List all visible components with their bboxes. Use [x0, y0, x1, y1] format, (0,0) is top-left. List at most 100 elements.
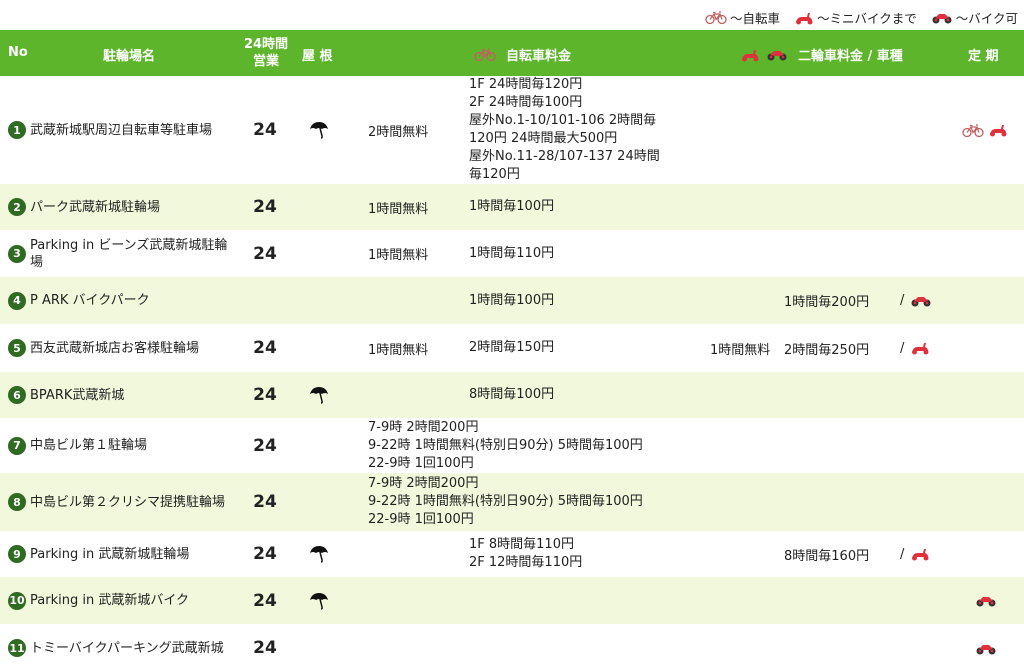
fee-line: 7-9時 2時間200円 [368, 476, 479, 491]
legend-label: ～ミニバイクまで [816, 11, 917, 26]
table-row[interactable]: 1 武蔵新城駅周辺自転車等駐車場 24 2時間無料 1F 24時間毎120円 2F 24時… [0, 76, 1024, 184]
motorcycle-icon [931, 11, 953, 24]
table-row[interactable]: 9 Parking in 武蔵新城駐輪場 24 1F 8時間毎110円 2F 12時間毎… [0, 531, 1024, 577]
header-bike-fee: 自転車料金 [474, 45, 571, 64]
table-row[interactable]: 6 BPARK武蔵新城 24 8時間毎100円 [0, 372, 1024, 418]
free-time: 1時間無料 [368, 248, 429, 263]
header-roof: 屋 根 [302, 49, 333, 64]
motorcycle-icon [910, 294, 932, 307]
parking-name[interactable]: トミーバイクパーキング武蔵新城 [30, 640, 224, 657]
scooter-icon [988, 123, 1008, 137]
scooter-icon [910, 547, 930, 561]
header-moto-fee-label: 二輪車料金 / 車種 [798, 49, 903, 64]
bike-fee: 1F 8時間毎110円 2F 12時間毎110円 [469, 531, 582, 577]
parking-name-cell: 7 中島ビル第１駐輪場 [8, 418, 238, 473]
moto-type: / [900, 277, 932, 324]
bicycle-icon [962, 123, 984, 137]
parking-name-cell: 8 中島ビル第２クリシマ提携駐輪場 [8, 473, 238, 531]
parking-name[interactable]: Parking in ビーンズ武蔵新城駐輪場 [30, 237, 238, 271]
row-number-badge: 3 [8, 244, 26, 263]
moto-free-time: 1時間無料 [710, 342, 771, 358]
header-no: No [8, 45, 28, 60]
fee-line: 毎120円 [469, 167, 520, 182]
header-24h: 24時間 営業 [242, 36, 290, 70]
parking-name[interactable]: Parking in 武蔵新城バイク [30, 592, 189, 609]
table-row[interactable]: 10 Parking in 武蔵新城バイク 24 [0, 577, 1024, 624]
parking-name[interactable]: パーク武蔵新城駐輪場 [30, 199, 160, 216]
open-24h-mark: 24 [253, 435, 277, 456]
bike-fee: 2時間毎150円 [469, 324, 554, 372]
moto-fee: 2時間毎250円 [784, 342, 870, 358]
pass-cell [962, 76, 1008, 184]
moto-type: / [900, 324, 930, 372]
bike-fee: 8時間毎100円 [469, 372, 554, 418]
table-row[interactable]: 5 西友武蔵新城店お客様駐輪場 24 1時間無料 2時間毎150円 1時間無料 2時間毎25… [0, 324, 1024, 372]
separator: / [900, 340, 905, 356]
legend-label: ～自転車 [729, 11, 780, 26]
parking-name[interactable]: 中島ビル第２クリシマ提携駐輪場 [30, 494, 225, 511]
header-24h-line1: 24時間 [243, 37, 289, 52]
legend-label: ～バイク可 [955, 11, 1018, 26]
fee-line: 2F 12時間毎110円 [469, 555, 583, 570]
parking-name[interactable]: BPARK武蔵新城 [30, 387, 124, 404]
parking-name-cell: 11 トミーバイクパーキング武蔵新城 [8, 624, 238, 672]
umbrella-icon [308, 120, 330, 140]
table-row[interactable]: 3 Parking in ビーンズ武蔵新城駐輪場 24 1時間無料 1時間毎110円 [0, 230, 1024, 277]
open-24h-mark: 24 [253, 590, 277, 611]
separator: / [900, 293, 905, 308]
scooter-icon [794, 11, 814, 25]
row-number-badge: 1 [8, 121, 26, 139]
parking-name[interactable]: 西友武蔵新城店お客様駐輪場 [30, 340, 199, 357]
fee-line: 22-9時 1回100円 [368, 512, 474, 527]
parking-name[interactable]: 武蔵新城駅周辺自転車等駐車場 [30, 122, 212, 139]
row-number-badge: 2 [8, 198, 26, 216]
header-name: 駐輪場名 [103, 49, 156, 64]
header-24h-line2: 営業 [252, 54, 279, 69]
parking-name[interactable]: Parking in 武蔵新城駐輪場 [30, 546, 189, 563]
parking-name-cell: 1 武蔵新城駅周辺自転車等駐車場 [8, 76, 238, 184]
table-row[interactable]: 2 パーク武蔵新城駐輪場 24 1時間無料 1時間毎100円 [0, 184, 1024, 230]
fee-line: 1F 24時間毎120円 [469, 77, 583, 92]
open-24h-mark: 24 [253, 544, 277, 564]
bike-fee: 1F 24時間毎120円 2F 24時間毎100円 屋外No.1-10/101-10… [469, 76, 660, 184]
row-number-badge: 8 [8, 493, 26, 511]
bicycle-icon [474, 48, 496, 61]
fee-line: 1時間毎100円 [469, 292, 555, 308]
fee-line: 9-22時 1時間無料(特別日90分) 5時間毎100円 [368, 437, 643, 453]
bike-fee: 1時間毎100円 [469, 184, 554, 230]
fee-line: 22-9時 1回100円 [368, 455, 474, 471]
row-number-badge: 6 [8, 386, 26, 404]
legend-item: ～自転車 [705, 8, 780, 27]
motorcycle-icon [975, 642, 997, 655]
roof-cell [306, 372, 332, 418]
pass-cell [975, 577, 997, 624]
parking-name-cell: 3 Parking in ビーンズ武蔵新城駐輪場 [8, 230, 238, 277]
table-row[interactable]: 7 中島ビル第１駐輪場 24 7-9時 2時間200円 9-22時 1時間無料(特別日9… [0, 418, 1024, 473]
open-24h-mark: 24 [253, 338, 277, 358]
motorcycle-icon [766, 48, 788, 61]
roof-cell [306, 577, 332, 624]
header-bike-fee-label: 自転車料金 [506, 49, 572, 64]
header-moto-fee: 二輪車料金 / 車種 [740, 45, 903, 64]
legend-item: ～ミニバイクまで [794, 8, 917, 27]
fee-line: 7-9時 2時間200円 [368, 419, 479, 435]
fee-schedule: 7-9時 2時間200円 9-22時 1時間無料(特別日90分) 5時間毎100円… [368, 418, 643, 473]
umbrella-icon [308, 544, 330, 564]
umbrella-icon [308, 591, 330, 611]
table-row[interactable]: 8 中島ビル第２クリシマ提携駐輪場 24 7-9時 2時間200円 9-22時 1時間無… [0, 473, 1024, 531]
roof-cell [306, 531, 332, 577]
parking-name-cell: 4P ARK バイクパーク [8, 277, 238, 324]
fee-line: 120円 24時間最大500円 [469, 131, 618, 146]
open-24h-mark: 24 [253, 492, 277, 512]
moto-fee: 8時間毎160円 [784, 548, 870, 564]
open-24h-mark: 24 [253, 385, 277, 405]
parking-name[interactable]: 中島ビル第１駐輪場 [30, 437, 147, 454]
parking-name-cell: 10 Parking in 武蔵新城バイク [8, 577, 238, 624]
roof-cell [306, 76, 332, 184]
parking-name[interactable]: P ARK バイクパーク [30, 292, 150, 309]
parking-name-cell: 9 Parking in 武蔵新城駐輪場 [8, 531, 238, 577]
pass-cell [975, 624, 997, 672]
parking-name-cell: 5 西友武蔵新城店お客様駐輪場 [8, 324, 238, 372]
table-row[interactable]: 4P ARK バイクパーク 1時間毎100円 1時間毎200円 / [0, 277, 1024, 324]
table-row[interactable]: 11 トミーバイクパーキング武蔵新城 24 [0, 624, 1024, 672]
